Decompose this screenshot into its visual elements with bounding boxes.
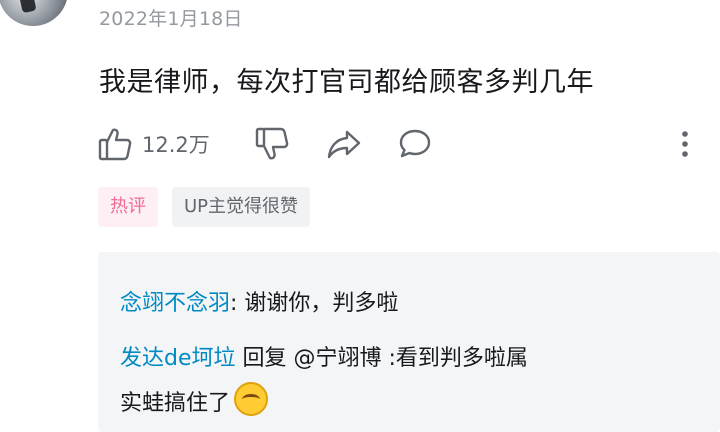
share-button[interactable] — [326, 126, 362, 162]
more-options-button[interactable] — [679, 126, 691, 162]
comment-tags: 热评 UP主觉得很赞 — [98, 187, 311, 227]
reply-text: 实蛙搞住了 — [120, 391, 231, 416]
comment-text: 我是律师，每次打官司都给顾客多判几年 — [99, 67, 594, 98]
hot-comment-badge: 热评 — [98, 187, 158, 227]
reply-username[interactable]: 念翊不念羽 — [120, 291, 230, 316]
like-count: 12.2万 — [142, 133, 210, 157]
reply-button[interactable] — [397, 126, 433, 162]
laughing-tears-emoji-icon — [234, 382, 269, 416]
up-liked-badge: UP主觉得很赞 — [172, 187, 311, 227]
more-vertical-icon — [679, 126, 691, 162]
reply-continuation: 实蛙搞住了 — [120, 382, 269, 417]
reply-text: 回复 @宁翊博 :看到判多啦属 — [235, 346, 528, 371]
share-icon — [326, 126, 362, 162]
like-button[interactable]: 12.2万 — [98, 126, 210, 162]
thumbs-up-icon — [98, 126, 132, 162]
comment-bubble-icon — [397, 126, 433, 162]
reply-item[interactable]: 发达de坷垃 回复 @宁翊博 :看到判多啦属 — [120, 340, 528, 372]
thumbs-down-icon — [255, 126, 289, 162]
reply-text: : 谢谢你，判多啦 — [230, 291, 399, 316]
comment-date: 2022年1月18日 — [99, 8, 243, 30]
reply-item[interactable]: 念翊不念羽: 谢谢你，判多啦 — [120, 285, 398, 317]
comment-actions: 12.2万 — [98, 126, 708, 166]
avatar[interactable] — [0, 0, 68, 26]
reply-username[interactable]: 发达de坷垃 — [120, 346, 236, 371]
dislike-button[interactable] — [255, 126, 289, 162]
reply-panel[interactable]: 念翊不念羽: 谢谢你，判多啦 发达de坷垃 回复 @宁翊博 :看到判多啦属 实蛙… — [98, 252, 720, 432]
